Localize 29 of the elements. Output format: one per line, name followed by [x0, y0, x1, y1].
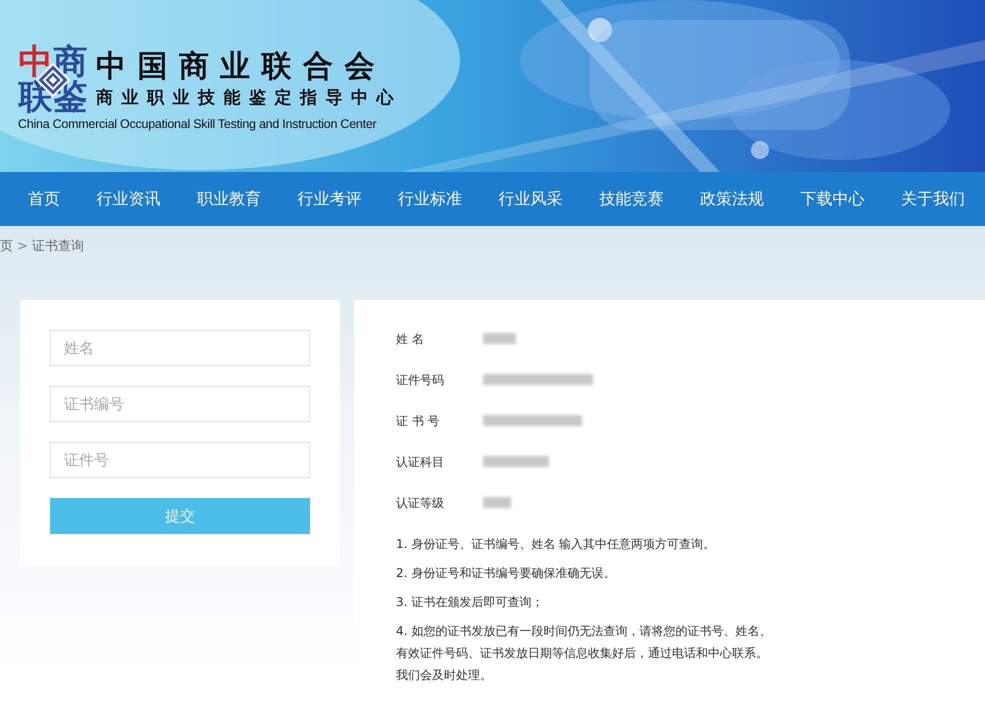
nav-link[interactable]: 首页 — [20, 175, 68, 223]
breadcrumb-separator: > — [17, 238, 28, 256]
nav-link[interactable]: 技能竞赛 — [591, 175, 672, 223]
nav-link[interactable]: 行业风采 — [490, 175, 571, 223]
site-subtitle: 商业职业技能鉴定指导中心 — [96, 87, 402, 110]
nav-link[interactable]: 下载中心 — [792, 175, 872, 223]
breadcrumb-link[interactable]: 证书查询 — [32, 237, 84, 257]
nav-link[interactable]: 行业资讯 — [88, 175, 169, 223]
logo-character: 中 — [18, 45, 52, 80]
field-label: 证 书 号 — [396, 412, 441, 430]
input-field[interactable]: 姓名 — [50, 330, 310, 366]
nav-link[interactable]: 政策法规 — [692, 175, 772, 223]
nav-link[interactable]: 行业考评 — [290, 175, 370, 223]
site-english-name: China Commercial Occupational Skill Testing and Instruction Center — [17, 116, 378, 133]
breadcrumb-link[interactable]: 页 — [0, 237, 13, 257]
input-field[interactable]: 证件号 — [50, 442, 310, 478]
site-title: 中国商业联合会 — [96, 49, 387, 85]
field-label: 姓 名 — [396, 330, 425, 348]
nav-link[interactable]: 关于我们 — [892, 175, 973, 223]
note-text: 3. 证书在颁发后即可查询； — [396, 594, 544, 611]
field-label: 认证科目 — [396, 454, 445, 470]
note-text: 1. 身份证号、证书编号、姓名 输入其中任意两项方可查询。 — [396, 536, 716, 553]
note-text: 4. 如您的证书发放已有一段时间仍无法查询，请将您的证书号、姓名、有效证件号码、证书发放日期等信息收集好后，通过电话和中心联系。我们会及时处理。 — [396, 623, 772, 684]
field-label: 证件号码 — [396, 372, 445, 388]
note-text: 2. 身份证号和证书编号要确保准确无误。 — [396, 565, 616, 582]
field-label: 认证等级 — [396, 494, 445, 512]
input-field[interactable]: 证书编号 — [50, 386, 310, 422]
nav-link[interactable]: 行业标准 — [390, 175, 470, 223]
nav-link[interactable]: 职业教育 — [189, 175, 270, 223]
